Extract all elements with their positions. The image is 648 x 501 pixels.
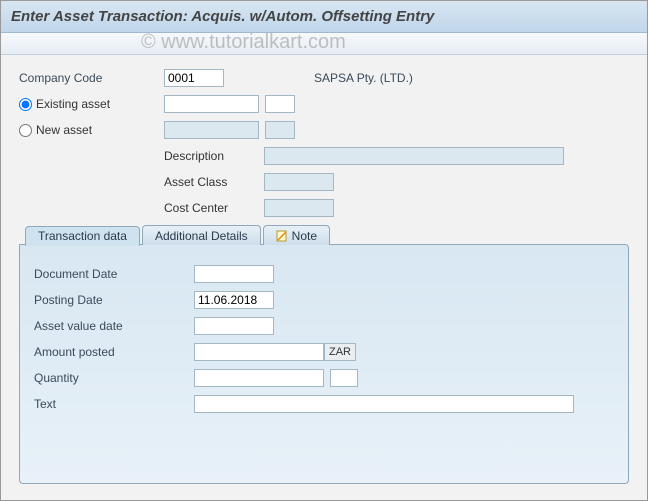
tab-transaction-data[interactable]: Transaction data <box>25 226 140 246</box>
existing-asset-main-input[interactable] <box>164 95 259 113</box>
existing-asset-radio[interactable] <box>19 98 32 111</box>
existing-asset-sub-input[interactable] <box>265 95 295 113</box>
amount-posted-label: Amount posted <box>34 345 194 359</box>
tab-panel-transaction-data: Document Date Posting Date Asset value d… <box>19 244 629 484</box>
asset-class-row: Asset Class <box>19 171 629 193</box>
posting-date-input[interactable] <box>194 291 274 309</box>
posting-date-label: Posting Date <box>34 293 194 307</box>
new-asset-sub-input <box>265 121 295 139</box>
description-label: Description <box>164 149 264 163</box>
cost-center-row: Cost Center <box>19 197 629 219</box>
amount-posted-input[interactable] <box>194 343 324 361</box>
new-asset-radio-wrap[interactable]: New asset <box>19 123 164 137</box>
cost-center-label: Cost Center <box>164 201 264 215</box>
description-input <box>264 147 564 165</box>
tab-note-label: Note <box>292 229 317 243</box>
company-code-input[interactable] <box>164 69 224 87</box>
amount-posted-row: Amount posted ZAR <box>34 341 614 363</box>
tab-note[interactable]: Note <box>263 225 330 245</box>
company-code-label: Company Code <box>19 71 164 85</box>
existing-asset-row: Existing asset <box>19 93 629 115</box>
tabs-bar: Transaction data Additional Details Note <box>19 225 629 245</box>
quantity-label: Quantity <box>34 371 194 385</box>
existing-asset-radio-wrap[interactable]: Existing asset <box>19 97 164 111</box>
quantity-unit-input[interactable] <box>330 369 358 387</box>
tab-additional-details[interactable]: Additional Details <box>142 225 261 245</box>
new-asset-label: New asset <box>36 123 92 137</box>
company-code-row: Company Code SAPSA Pty. (LTD.) <box>19 67 629 89</box>
quantity-row: Quantity <box>34 367 614 389</box>
asset-class-label: Asset Class <box>164 175 264 189</box>
existing-asset-label: Existing asset <box>36 97 110 111</box>
document-date-row: Document Date <box>34 263 614 285</box>
posting-date-row: Posting Date <box>34 289 614 311</box>
asset-value-date-label: Asset value date <box>34 319 194 333</box>
cost-center-input <box>264 199 334 217</box>
currency-display: ZAR <box>324 343 356 361</box>
document-date-input[interactable] <box>194 265 274 283</box>
text-row: Text <box>34 393 614 415</box>
new-asset-main-input <box>164 121 259 139</box>
window-title: Enter Asset Transaction: Acquis. w/Autom… <box>1 1 647 33</box>
quantity-input[interactable] <box>194 369 324 387</box>
text-label: Text <box>34 397 194 411</box>
new-asset-row: New asset <box>19 119 629 141</box>
tabstrip: Transaction data Additional Details Note… <box>19 225 629 484</box>
new-asset-radio[interactable] <box>19 124 32 137</box>
note-icon <box>276 230 288 242</box>
description-row: Description <box>19 145 629 167</box>
document-date-label: Document Date <box>34 267 194 281</box>
asset-value-date-row: Asset value date <box>34 315 614 337</box>
text-input[interactable] <box>194 395 574 413</box>
company-name-text: SAPSA Pty. (LTD.) <box>314 71 413 85</box>
asset-class-input <box>264 173 334 191</box>
toolbar-strip <box>1 33 647 55</box>
asset-value-date-input[interactable] <box>194 317 274 335</box>
